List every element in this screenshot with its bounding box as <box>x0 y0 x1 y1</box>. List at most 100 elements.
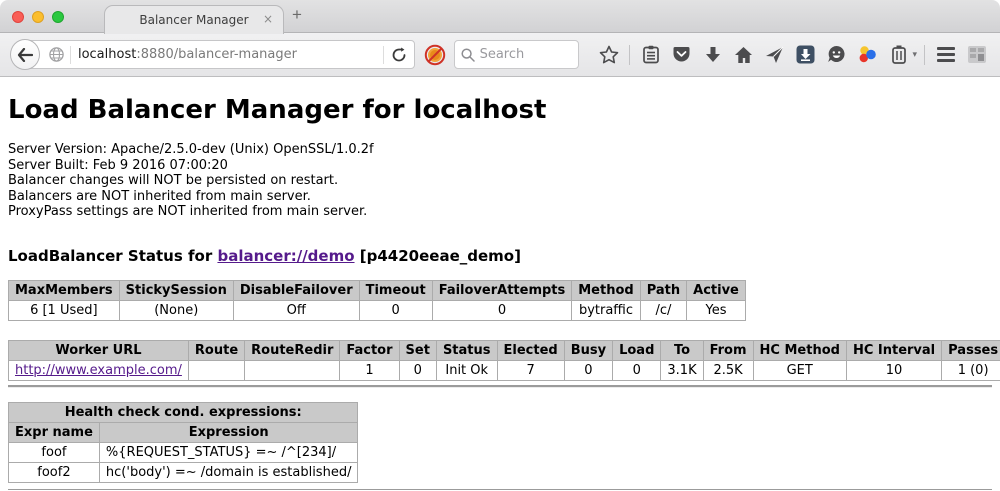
column-header: DisableFailover <box>233 280 359 300</box>
set-cell: 0 <box>399 360 436 380</box>
server-built-line: Server Built: Feb 9 2016 07:00:20 <box>8 158 992 174</box>
proxypass-notice-line: ProxyPass settings are NOT inherited fro… <box>8 204 992 220</box>
factor-cell: 1 <box>340 360 399 380</box>
pocket-icon <box>672 46 691 64</box>
battery-addon-button[interactable] <box>885 40 912 70</box>
back-button[interactable] <box>10 39 40 70</box>
expression-cell: hc('body') =~ /domain is established/ <box>99 462 358 482</box>
reload-icon <box>391 47 407 63</box>
minimize-window-button[interactable] <box>32 11 44 23</box>
column-header: FailoverAttempts <box>432 280 572 300</box>
send-plane-icon <box>765 46 784 64</box>
navigation-toolbar: localhost:8880/balancer-manager <box>0 33 1000 77</box>
toolbar-separator <box>629 45 630 65</box>
table-row: http://www.example.com/ 1 0 Init Ok 7 0 … <box>9 360 1000 380</box>
passes-cell: 1 (0) <box>942 360 1000 380</box>
balancer-demo-link[interactable]: balancer://demo <box>217 247 354 265</box>
balancer-settings-table: MaxMembers StickySession DisableFailover… <box>8 280 746 321</box>
downloads-button[interactable] <box>699 40 726 70</box>
browser-tab[interactable]: Balancer Manager × <box>104 5 284 34</box>
server-version-line: Server Version: Apache/2.5.0-dev (Unix) … <box>8 142 992 158</box>
column-header: Worker URL <box>9 340 189 360</box>
column-header: Method <box>572 280 640 300</box>
new-tab-button[interactable]: + <box>292 6 302 23</box>
health-check-table: Health check cond. expressions: Expr nam… <box>8 402 358 483</box>
table-row: foof2 hc('body') =~ /domain is establish… <box>9 462 358 482</box>
column-header: Status <box>436 340 497 360</box>
worker-url-cell: http://www.example.com/ <box>9 360 189 380</box>
home-button[interactable] <box>730 40 757 70</box>
url-divider <box>70 46 71 64</box>
column-header: Expr name <box>9 422 100 442</box>
overflow-caret-icon[interactable]: ▾ <box>912 50 917 60</box>
tab-groups-button[interactable] <box>963 40 990 70</box>
table-title-row: Health check cond. expressions: <box>9 402 358 422</box>
column-header: To <box>661 340 703 360</box>
pocket-button[interactable] <box>668 40 695 70</box>
stickysession-cell: (None) <box>119 300 233 320</box>
maxmembers-cell: 6 [1 Used] <box>9 300 120 320</box>
menu-button[interactable] <box>932 40 959 70</box>
server-info: Server Version: Apache/2.5.0-dev (Unix) … <box>8 142 992 220</box>
home-icon <box>734 46 753 64</box>
balancers-notice-line: Balancers are NOT inherited from main se… <box>8 189 992 205</box>
bookmark-star-button[interactable] <box>595 40 622 70</box>
flash-block-button[interactable] <box>423 40 448 70</box>
battery-addon-icon <box>891 45 907 64</box>
expr-name-cell: foof2 <box>9 462 100 482</box>
reload-button[interactable] <box>384 40 414 70</box>
column-header: Factor <box>340 340 399 360</box>
column-header: Timeout <box>359 280 432 300</box>
search-input[interactable] <box>480 47 570 62</box>
close-window-button[interactable] <box>12 11 24 23</box>
load-cell: 0 <box>613 360 661 380</box>
page-title: Load Balancer Manager for localhost <box>8 77 992 125</box>
path-cell: /c/ <box>640 300 686 320</box>
download-box-icon <box>796 45 815 64</box>
column-header: Expression <box>99 422 358 442</box>
timeout-cell: 0 <box>359 300 432 320</box>
health-table-title: Health check cond. expressions: <box>9 402 358 422</box>
persist-notice-line: Balancer changes will NOT be persisted o… <box>8 173 992 189</box>
column-header: RouteRedir <box>245 340 340 360</box>
feedback-button[interactable] <box>823 40 850 70</box>
traffic-lights <box>12 11 64 23</box>
worker-url-link[interactable]: http://www.example.com/ <box>15 363 182 378</box>
table-row: 6 [1 Used] (None) Off 0 0 bytraffic /c/ … <box>9 300 746 320</box>
column-header: From <box>703 340 753 360</box>
zoom-window-button[interactable] <box>52 11 64 23</box>
column-header: Active <box>687 280 746 300</box>
url-path: :8880/balancer-manager <box>136 47 297 62</box>
search-box[interactable] <box>454 40 580 69</box>
status-heading-suffix: [p4420eeae_demo] <box>355 247 521 265</box>
colored-dots-addon-icon <box>858 45 877 64</box>
back-arrow-icon <box>17 48 33 62</box>
toolbar-icons: ▾ <box>595 40 990 70</box>
url-bar[interactable]: localhost:8880/balancer-manager <box>24 40 415 69</box>
table-row: foof %{REQUEST_STATUS} =~ /^[234]/ <box>9 442 358 462</box>
column-header: MaxMembers <box>9 280 120 300</box>
expr-name-cell: foof <box>9 442 100 462</box>
flash-block-icon <box>424 44 446 66</box>
column-header: StickySession <box>119 280 233 300</box>
table-header-row: Worker URL Route RouteRedir Factor Set S… <box>9 340 1000 360</box>
table-header-row: MaxMembers StickySession DisableFailover… <box>9 280 746 300</box>
page-content: Load Balancer Manager for localhost Serv… <box>0 77 1000 490</box>
column-header: HC Interval <box>846 340 941 360</box>
tab-groups-icon <box>967 45 987 64</box>
url-text[interactable]: localhost:8880/balancer-manager <box>78 47 379 62</box>
hc-interval-cell: 10 <box>846 360 941 380</box>
bookmarks-menu-button[interactable] <box>637 40 664 70</box>
column-header: Load <box>613 340 661 360</box>
disablefailover-cell: Off <box>233 300 359 320</box>
download-box-button[interactable] <box>792 40 819 70</box>
column-header: Busy <box>564 340 612 360</box>
tab-close-icon[interactable]: × <box>263 13 273 25</box>
section-divider <box>8 385 992 388</box>
colored-dots-addon-button[interactable] <box>854 40 881 70</box>
downloads-arrow-icon <box>704 46 722 64</box>
send-button[interactable] <box>761 40 788 70</box>
browser-window: Balancer Manager × + localhost:8880/bala… <box>0 0 1000 491</box>
from-cell: 2.5K <box>703 360 753 380</box>
search-magnifier-icon <box>461 48 475 62</box>
